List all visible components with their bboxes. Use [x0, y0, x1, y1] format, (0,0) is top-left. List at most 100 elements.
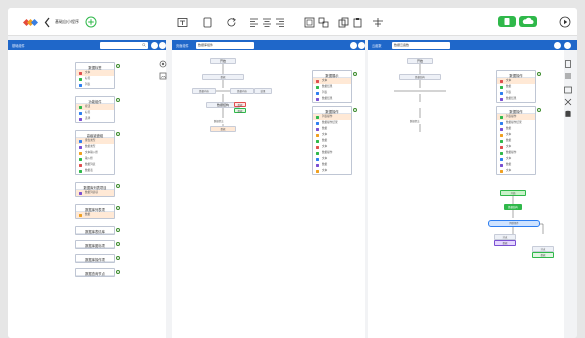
layout-icon[interactable]	[372, 17, 384, 28]
component-row[interactable]: 数据表	[76, 168, 114, 174]
left-component[interactable]: 数据库列表项 数据	[75, 204, 120, 219]
add-icon[interactable]	[358, 41, 365, 49]
connector-dot[interactable]	[116, 206, 120, 210]
left-component[interactable]: 功能组件 按钮 标签 选择	[75, 96, 120, 123]
component-row[interactable]: 数据	[76, 212, 114, 218]
right-panel-header: 云函数 数据云函数	[368, 40, 577, 50]
right-side-component[interactable]: 数据操作 文本 数据 列表 数据结果	[496, 70, 541, 103]
component-row[interactable]: 数据列表项	[76, 190, 114, 196]
field-type-icon	[500, 163, 503, 167]
decision-start-node[interactable]: 开始	[500, 190, 526, 196]
field-type-icon	[316, 127, 319, 131]
connector-dot[interactable]	[116, 64, 120, 68]
field-type-icon	[79, 77, 82, 81]
connector-dot[interactable]	[353, 108, 357, 112]
component-row-label: 数据	[506, 163, 512, 166]
component-row[interactable]: 数据结果	[313, 96, 351, 102]
branch-output[interactable]: 数据	[494, 240, 516, 246]
branch-output[interactable]: 数据	[532, 252, 554, 258]
field-type-icon	[316, 157, 319, 161]
middle-canvas[interactable]: 开始 数据 数据内容 数据内容 结果 数据结构 数据 数据 数据提交 数据 数据…	[172, 50, 365, 338]
component-row[interactable]: 选择	[76, 116, 114, 122]
middle-side-component[interactable]: 数据操作 列表操作 数据操作结果 数据 文本 数据 文本 数据操作 文本 数据 文本	[312, 106, 357, 175]
add-icon[interactable]	[564, 41, 571, 49]
preview-button[interactable]	[498, 16, 516, 27]
left-component[interactable]: 高级键盘组 键盘类型 数据类型 文本输入框 输入框 数据列表 数据表	[75, 130, 120, 175]
copy-icon[interactable]	[338, 17, 349, 28]
left-component[interactable]: 数据库列表项目 数据列表项	[75, 182, 120, 197]
field-type-icon	[79, 105, 82, 109]
database-icon[interactable]	[564, 110, 572, 118]
add-icon[interactable]	[159, 41, 166, 49]
settings-icon[interactable]	[350, 41, 357, 49]
settings-icon[interactable]	[151, 41, 158, 49]
field-type-icon	[316, 169, 319, 173]
text-box-icon[interactable]	[177, 17, 188, 28]
decision-condition[interactable]: 判断条件	[488, 220, 540, 227]
page-icon[interactable]	[203, 17, 212, 28]
right-canvas[interactable]: 开始 数据结构 数据提交 开始 数据结构 判断条件 分支 数据 分支 数据 数据…	[368, 50, 564, 338]
component-row-label: 数据	[506, 85, 512, 88]
component-row[interactable]: 列表	[76, 82, 114, 88]
flow-node[interactable]: 数据结构	[399, 74, 441, 80]
left-component[interactable]: 数据库操作项	[75, 254, 120, 263]
refresh-icon[interactable]	[226, 17, 237, 28]
ungroup-icon[interactable]	[318, 17, 329, 28]
component-row-label: 数据操作结果	[322, 121, 338, 124]
field-type-icon	[500, 127, 503, 131]
flow-next-node[interactable]: 结果	[254, 88, 272, 94]
left-component[interactable]: 数据标签 文本 标签 列表	[75, 62, 120, 89]
list-icon[interactable]	[564, 72, 572, 80]
align-right-icon[interactable]	[275, 17, 285, 28]
connector-dot[interactable]	[353, 72, 357, 76]
group-icon[interactable]	[304, 17, 315, 28]
connector-dot[interactable]	[537, 72, 541, 76]
component-row-label: 文本	[322, 157, 328, 160]
right-side-component[interactable]: 数据操作 列表操作 数据操作结果 数据 文本 数据 文本 数据操作 文本 数据 文本	[496, 106, 541, 175]
settings-icon[interactable]	[159, 60, 167, 69]
connector-dot[interactable]	[116, 228, 120, 232]
component-search-input[interactable]	[100, 41, 148, 49]
component-row[interactable]: 数据结果	[497, 96, 535, 102]
flow-output-node[interactable]: 数据	[234, 102, 246, 107]
middle-side-component[interactable]: 数据展示 文本 数据结果 列表 数据结果	[312, 70, 357, 103]
flow-node[interactable]: 数据	[202, 74, 244, 80]
connector-dot[interactable]	[116, 270, 120, 274]
play-icon[interactable]	[559, 16, 571, 28]
component-row-label: 数据	[322, 139, 328, 142]
flow-output-node[interactable]: 数据	[234, 108, 246, 113]
tools-icon[interactable]	[564, 98, 572, 106]
flow-start-node[interactable]: 开始	[210, 58, 236, 64]
add-icon[interactable]	[85, 16, 97, 28]
flow-end-node[interactable]: 数据	[210, 126, 236, 132]
component-row-label: 选择	[85, 117, 91, 120]
right-panel-select[interactable]: 数据云函数	[392, 41, 450, 49]
decision-node[interactable]: 数据结构	[504, 204, 522, 210]
flow-branch-node[interactable]: 数据内容	[192, 88, 216, 94]
component-row-label: 输入框	[85, 157, 93, 160]
component-row[interactable]: 文本	[313, 168, 351, 174]
left-panel-label: 基础组件	[12, 44, 25, 48]
page-icon[interactable]	[564, 60, 572, 68]
image-icon[interactable]	[564, 86, 572, 94]
connector-dot[interactable]	[116, 184, 120, 188]
settings-icon[interactable]	[554, 41, 561, 49]
connector-dot[interactable]	[116, 242, 120, 246]
flow-branch-node[interactable]: 数据内容	[230, 88, 254, 94]
left-component[interactable]: 数据库表情库	[75, 226, 120, 235]
align-left-icon[interactable]	[249, 17, 259, 28]
connector-dot[interactable]	[116, 256, 120, 260]
image-icon[interactable]	[159, 72, 167, 81]
connector-dot[interactable]	[116, 98, 120, 102]
back-icon[interactable]	[44, 17, 51, 28]
left-component[interactable]: 数据库图标项	[75, 240, 120, 249]
component-row[interactable]: 文本	[497, 168, 535, 174]
connector-dot[interactable]	[537, 108, 541, 112]
cloud-button[interactable]	[519, 16, 537, 27]
paste-icon[interactable]	[352, 17, 363, 28]
flow-start-node[interactable]: 开始	[407, 58, 433, 64]
connector-dot[interactable]	[116, 132, 120, 136]
left-component[interactable]: 数据查询节点	[75, 268, 120, 277]
middle-panel-select[interactable]: 数据库组件	[196, 41, 254, 49]
align-center-icon[interactable]	[262, 17, 272, 28]
